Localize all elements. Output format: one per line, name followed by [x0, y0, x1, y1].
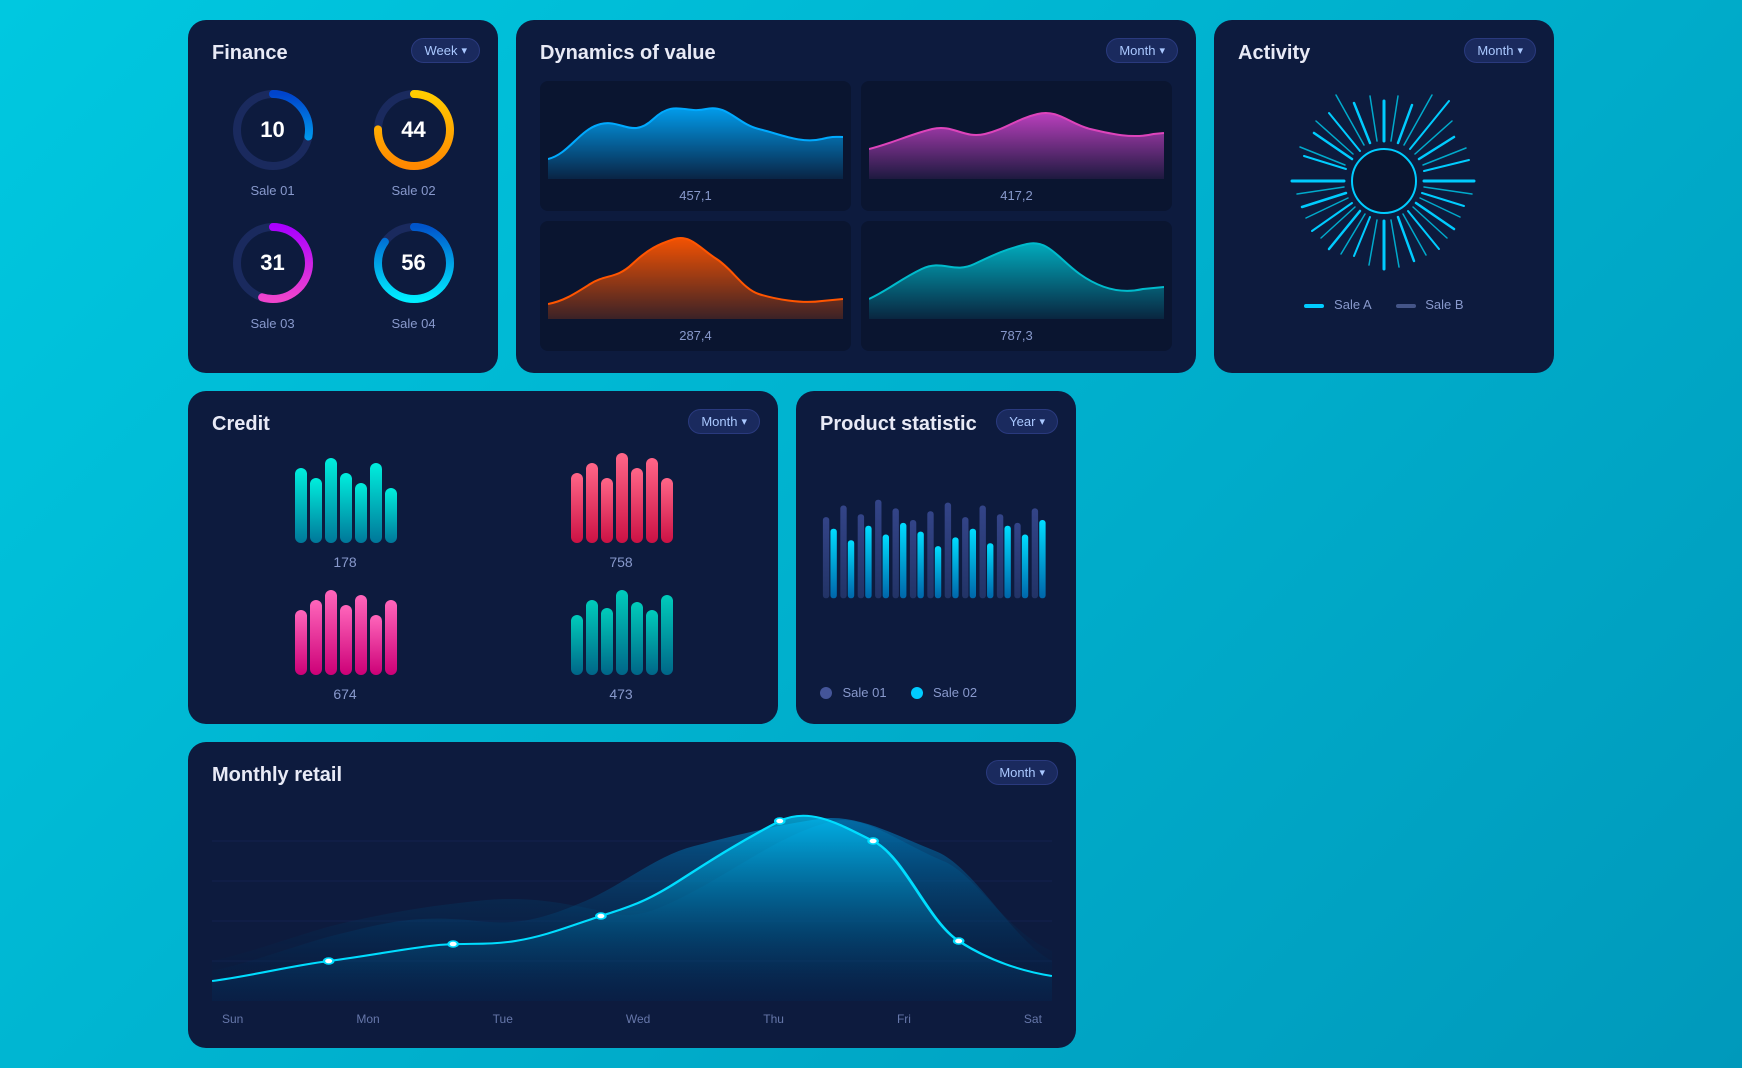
activity-filter[interactable]: Month: [1464, 38, 1536, 63]
dynamics-chart-2: 417,2: [861, 81, 1172, 211]
product-legend-label-01: Sale 01: [842, 685, 886, 700]
monthly-chart-area: [212, 801, 1052, 1006]
day-fri: Fri: [897, 1012, 911, 1026]
days-row: Sun Mon Tue Wed Thu Fri Sat: [212, 1012, 1052, 1026]
day-tue: Tue: [493, 1012, 513, 1026]
gauge-value-sale03: 31: [260, 250, 284, 276]
gauge-circle-sale01: 10: [228, 85, 318, 175]
day-sun: Sun: [222, 1012, 243, 1026]
dynamics-title: Dynamics of value: [540, 42, 716, 64]
dynamics-chart-3: 287,4: [540, 221, 851, 351]
gauge-value-sale01: 10: [260, 117, 284, 143]
dynamics-chart-1: 457,1: [540, 81, 851, 211]
gauge-circle-sale03: 31: [228, 218, 318, 308]
gauge-circle-sale02: 44: [369, 85, 459, 175]
activity-card: Activity Month: [1214, 20, 1554, 373]
dynamics-chart-4: 787,3: [861, 221, 1172, 351]
credit-val-1: 178: [333, 554, 356, 570]
gauge-label-sale02: Sale 02: [391, 183, 435, 198]
dynamics-charts: 457,1 417,2: [540, 81, 1172, 351]
credit-val-2: 758: [609, 554, 632, 570]
legend-dot-b: [1396, 304, 1416, 308]
credit-card: Credit Month: [188, 391, 778, 724]
gauge-sale04: 56 Sale 04: [353, 218, 474, 331]
gauge-label-sale04: Sale 04: [391, 316, 435, 331]
dynamics-value-3: 287,4: [548, 328, 843, 343]
credit-cell-4: 473: [488, 580, 754, 702]
dynamics-value-4: 787,3: [869, 328, 1164, 343]
legend-sale-b: Sale B: [1396, 297, 1464, 312]
product-filter[interactable]: Year: [996, 409, 1058, 434]
gauge-circle-sale04: 56: [369, 218, 459, 308]
gauge-sale01: 10 Sale 01: [212, 85, 333, 198]
gauge-label-sale03: Sale 03: [250, 316, 294, 331]
credit-filter[interactable]: Month: [688, 409, 760, 434]
gauge-value-sale02: 44: [401, 117, 425, 143]
product-card: Product statistic Year: [796, 391, 1076, 724]
bottom-row: Monthly retail Month: [188, 391, 1554, 1048]
product-legend-label-02: Sale 02: [933, 685, 977, 700]
credit-val-3: 674: [333, 686, 356, 702]
product-legend-sale01: Sale 01: [820, 684, 887, 702]
legend-dot-a: [1304, 304, 1324, 308]
finance-title: Finance: [212, 42, 288, 64]
gauge-sale03: 31 Sale 03: [212, 218, 333, 331]
dynamics-card: Dynamics of value Month 457,1: [516, 20, 1196, 373]
product-legend-sale02: Sale 02: [911, 684, 978, 702]
credit-val-4: 473: [609, 686, 632, 702]
gauge-sale02: 44 Sale 02: [353, 85, 474, 198]
product-chart-area: [820, 454, 1052, 676]
gauge-value-sale04: 56: [401, 250, 425, 276]
day-sat: Sat: [1024, 1012, 1042, 1026]
finance-filter[interactable]: Week: [411, 38, 480, 63]
dynamics-filter[interactable]: Month: [1106, 38, 1178, 63]
product-legend: Sale 01 Sale 02: [820, 684, 1052, 702]
day-mon: Mon: [356, 1012, 379, 1026]
monthly-title: Monthly retail: [212, 764, 342, 786]
dynamics-value-2: 417,2: [869, 188, 1164, 203]
credit-title: Credit: [212, 413, 270, 435]
activity-legend: Sale A Sale B: [1238, 297, 1530, 312]
finance-card: Finance Week 10: [188, 20, 498, 373]
dashboard: Finance Week 10: [188, 20, 1554, 1048]
credit-charts: 178: [212, 448, 754, 702]
credit-cell-1: 178: [212, 448, 478, 570]
finance-gauges: 10 Sale 01: [212, 85, 474, 331]
dynamics-value-1: 457,1: [548, 188, 843, 203]
day-thu: Thu: [763, 1012, 784, 1026]
legend-sale-a: Sale A: [1304, 297, 1371, 312]
gauge-label-sale01: Sale 01: [250, 183, 294, 198]
activity-title: Activity: [1238, 42, 1310, 64]
legend-circle-02: [911, 687, 923, 699]
activity-sunburst: [1238, 81, 1530, 281]
monthly-card: Monthly retail Month: [188, 742, 1076, 1048]
day-wed: Wed: [626, 1012, 650, 1026]
monthly-filter[interactable]: Month: [986, 760, 1058, 785]
credit-cell-3: 674: [212, 580, 478, 702]
legend-circle-01: [820, 687, 832, 699]
credit-cell-2: 758: [488, 448, 754, 570]
